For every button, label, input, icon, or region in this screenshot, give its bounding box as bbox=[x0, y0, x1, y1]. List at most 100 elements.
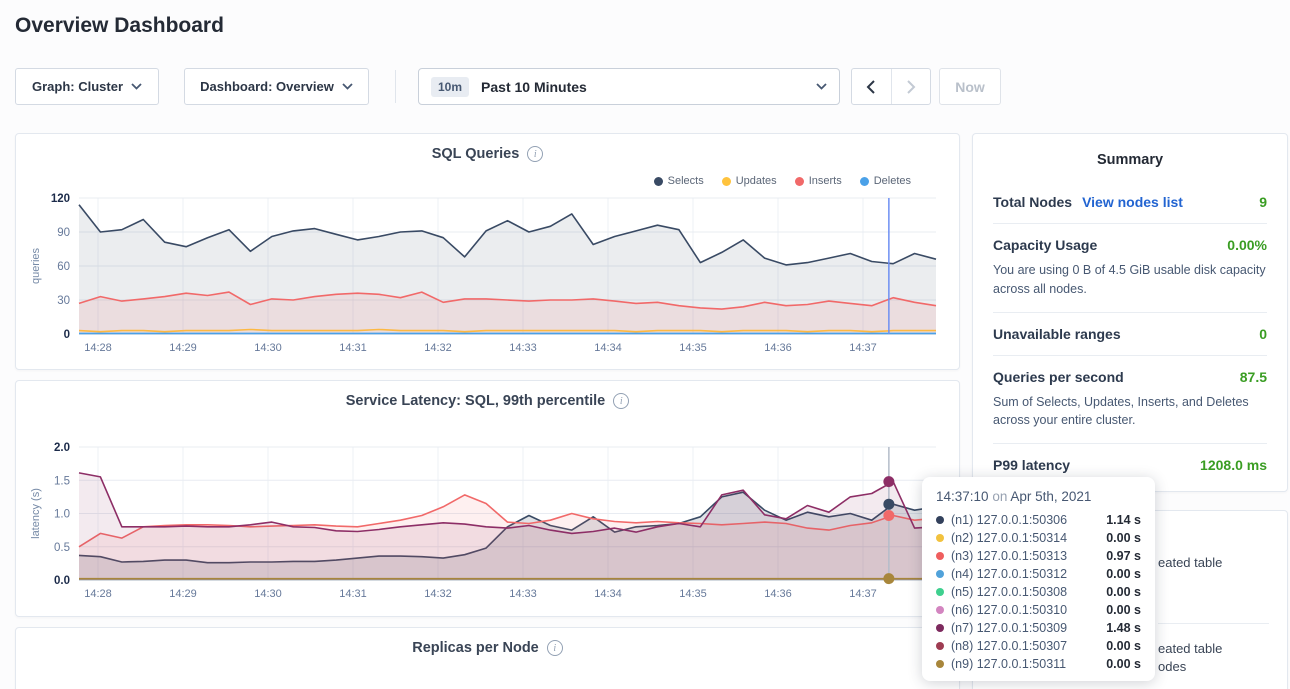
legend-item-selects[interactable]: Selects bbox=[654, 175, 704, 187]
time-range-selector[interactable]: 10m Past 10 Minutes bbox=[418, 68, 840, 105]
x-tick-label: 14:34 bbox=[594, 342, 622, 354]
node-color-dot-icon bbox=[936, 624, 944, 632]
now-button[interactable]: Now bbox=[939, 68, 1001, 105]
x-tick-label: 14:29 bbox=[169, 342, 197, 354]
legend-item-updates[interactable]: Updates bbox=[722, 175, 777, 187]
legend-dot-icon bbox=[795, 177, 804, 186]
legend-label: Deletes bbox=[874, 175, 911, 187]
tooltip-value: 0.00 s bbox=[1106, 657, 1141, 671]
tooltip-value: 0.00 s bbox=[1106, 531, 1141, 545]
y-tick-label: 60 bbox=[57, 261, 70, 273]
tooltip-row: (n4) 127.0.0.1:503120.00 s bbox=[936, 565, 1141, 583]
node-color-dot-icon bbox=[936, 552, 944, 560]
chevron-down-icon bbox=[816, 83, 827, 90]
sql-queries-chart[interactable]: 14:2814:2914:3014:3114:3214:3314:3414:35… bbox=[16, 134, 959, 369]
x-tick-label: 14:34 bbox=[594, 588, 622, 600]
chevron-down-icon bbox=[342, 83, 353, 90]
summary-row-p99: P99 latency 1208.0 ms bbox=[993, 457, 1267, 473]
qps-desc: Sum of Selects, Updates, Inserts, and De… bbox=[993, 393, 1267, 431]
info-icon[interactable]: i bbox=[547, 640, 563, 656]
tooltip-node: (n9) 127.0.0.1:50311 bbox=[951, 657, 1066, 671]
x-tick-label: 14:31 bbox=[339, 588, 367, 600]
legend-dot-icon bbox=[722, 177, 731, 186]
total-nodes-value: 9 bbox=[1259, 194, 1267, 210]
node-color-dot-icon bbox=[936, 570, 944, 578]
hover-point-dot bbox=[883, 573, 894, 584]
legend-dot-icon bbox=[860, 177, 869, 186]
dashboard-dropdown-label: Dashboard: Overview bbox=[200, 79, 334, 94]
x-tick-label: 14:33 bbox=[509, 588, 537, 600]
x-tick-label: 14:32 bbox=[424, 342, 452, 354]
summary-row-unavailable-ranges: Unavailable ranges 0 bbox=[993, 326, 1267, 342]
tooltip-node: (n8) 127.0.0.1:50307 bbox=[951, 639, 1067, 653]
x-tick-label: 14:30 bbox=[254, 588, 282, 600]
tooltip-value: 0.97 s bbox=[1106, 549, 1141, 563]
tooltip-node: (n6) 127.0.0.1:50310 bbox=[951, 603, 1067, 617]
divider bbox=[993, 312, 1267, 313]
tooltip-value: 0.00 s bbox=[1106, 639, 1141, 653]
y-tick-label: 0.5 bbox=[54, 542, 70, 554]
qps-label: Queries per second bbox=[993, 369, 1124, 385]
tooltip-row: (n3) 127.0.0.1:503130.97 s bbox=[936, 547, 1141, 565]
service-latency-plot-svg[interactable]: 14:2814:2914:3014:3114:3214:3314:3414:35… bbox=[16, 381, 961, 618]
y-tick-label: 1.5 bbox=[54, 475, 70, 487]
service-latency-chart[interactable]: 14:2814:2914:3014:3114:3214:3314:3414:35… bbox=[16, 381, 959, 616]
y-tick-label: 30 bbox=[57, 295, 70, 307]
tooltip-row: (n2) 127.0.0.1:503140.00 s bbox=[936, 529, 1141, 547]
overview-dashboard-page: { "page": { "title": "Overview Dashboard… bbox=[0, 0, 1290, 689]
event-item-fragment: eated table bbox=[1158, 555, 1222, 570]
toolbar-divider bbox=[395, 70, 396, 103]
legend-label: Updates bbox=[736, 175, 777, 187]
x-tick-label: 14:32 bbox=[424, 588, 452, 600]
tooltip-row: (n6) 127.0.0.1:50310 0.00 s bbox=[936, 601, 1141, 619]
y-axis-label: queries bbox=[30, 247, 42, 284]
divider bbox=[993, 355, 1267, 356]
tooltip-node: (n5) 127.0.0.1:50308 bbox=[951, 585, 1067, 599]
x-tick-label: 14:37 bbox=[849, 342, 877, 354]
next-range-button[interactable] bbox=[891, 69, 930, 104]
x-tick-label: 14:29 bbox=[169, 588, 197, 600]
x-tick-label: 14:31 bbox=[339, 342, 367, 354]
view-nodes-list-link[interactable]: View nodes list bbox=[1082, 194, 1183, 210]
p99-latency-label: P99 latency bbox=[993, 457, 1070, 473]
x-tick-label: 14:35 bbox=[679, 588, 707, 600]
y-tick-label: 120 bbox=[51, 193, 70, 205]
tooltip-date: Apr 5th, 2021 bbox=[1010, 489, 1091, 504]
legend-label: Selects bbox=[668, 175, 704, 187]
tooltip-value: 1.14 s bbox=[1106, 513, 1141, 527]
x-tick-label: 14:36 bbox=[764, 588, 792, 600]
sql-queries-plot-svg[interactable]: 14:2814:2914:3014:3114:3214:3314:3414:35… bbox=[16, 134, 961, 371]
node-color-dot-icon bbox=[936, 606, 944, 614]
divider bbox=[993, 443, 1267, 444]
sql-queries-card: SQL Queries i SelectsUpdatesInsertsDelet… bbox=[15, 133, 960, 370]
prev-range-button[interactable] bbox=[852, 69, 891, 104]
summary-title: Summary bbox=[993, 152, 1267, 168]
legend-dot-icon bbox=[654, 177, 663, 186]
y-tick-label: 1.0 bbox=[54, 509, 70, 521]
y-tick-label: 2.0 bbox=[54, 442, 70, 454]
tooltip-row: (n5) 127.0.0.1:503080.00 s bbox=[936, 583, 1141, 601]
x-tick-label: 14:37 bbox=[849, 588, 877, 600]
page-title: Overview Dashboard bbox=[15, 14, 224, 38]
dashboard-dropdown[interactable]: Dashboard: Overview bbox=[184, 68, 369, 105]
graph-dropdown[interactable]: Graph: Cluster bbox=[15, 68, 159, 105]
event-item-fragment: odes bbox=[1158, 659, 1186, 674]
x-tick-label: 14:36 bbox=[764, 342, 792, 354]
divider bbox=[1158, 623, 1269, 624]
summary-panel: Summary Total Nodes View nodes list 9 Ca… bbox=[972, 133, 1288, 492]
tooltip-row: (n8) 127.0.0.1:50307 0.00 s bbox=[936, 637, 1141, 655]
legend-item-inserts[interactable]: Inserts bbox=[795, 175, 842, 187]
unavailable-ranges-label: Unavailable ranges bbox=[993, 326, 1121, 342]
tooltip-row: (n7) 127.0.0.1:503091.48 s bbox=[936, 619, 1141, 637]
legend-item-deletes[interactable]: Deletes bbox=[860, 175, 911, 187]
chevron-down-icon bbox=[131, 83, 142, 90]
tooltip-value: 0.00 s bbox=[1106, 603, 1141, 617]
y-tick-label: 0.0 bbox=[54, 575, 70, 587]
tooltip-node: (n1) 127.0.0.1:50306 bbox=[951, 513, 1067, 527]
graph-dropdown-label: Graph: Cluster bbox=[32, 79, 123, 94]
tooltip-row: (n9) 127.0.0.1:50311 0.00 s bbox=[936, 655, 1141, 673]
node-color-dot-icon bbox=[936, 660, 944, 668]
node-color-dot-icon bbox=[936, 642, 944, 650]
p99-latency-value: 1208.0 ms bbox=[1200, 457, 1267, 473]
capacity-usage-desc: You are using 0 B of 4.5 GiB usable disk… bbox=[993, 261, 1267, 299]
